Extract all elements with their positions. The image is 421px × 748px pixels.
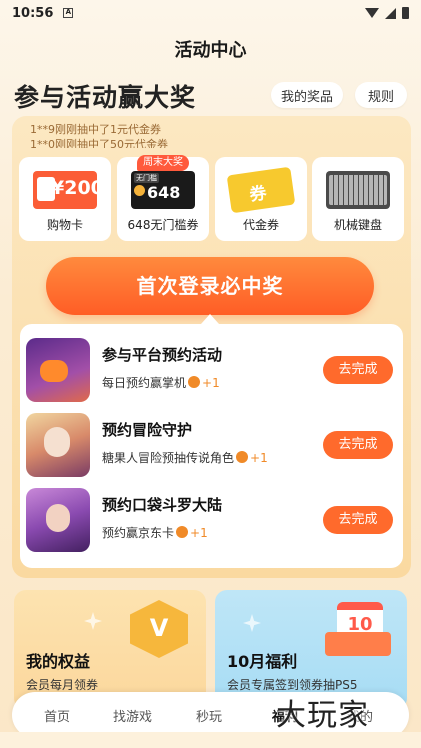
coin-icon: [236, 451, 249, 463]
task-list: 参与平台预约活动 每日预约赢掌机 +1 去完成 预约冒险守护 糖果人冒险预抽传说角…: [20, 324, 403, 568]
game-thumbnail[interactable]: [26, 488, 90, 552]
task-subtitle: 糖果人冒险预抽传说角色 +1: [102, 451, 268, 465]
task-title: 参与平台预约活动: [102, 346, 223, 364]
prize-shopping-card[interactable]: ¥200 购物卡: [19, 157, 111, 241]
benefit-title: 我的权益: [26, 652, 91, 671]
status-bar: 10:56 A: [0, 0, 421, 26]
ticker-line: 1**0刚刚抽中了50元代金券: [30, 138, 168, 149]
task-item: 参与平台预约活动 每日预约赢掌机 +1 去完成: [26, 338, 397, 402]
game-thumbnail[interactable]: [26, 338, 90, 402]
shopping-card-icon: ¥200: [33, 171, 104, 209]
reward-count: +1: [202, 376, 220, 390]
prize-648-coupon[interactable]: 周末大奖 无门槛 648 648无门槛券: [117, 155, 209, 241]
prize-label: 购物卡: [46, 218, 83, 232]
prize-voucher[interactable]: 券 代金券: [215, 157, 307, 241]
coin-icon: [188, 376, 201, 388]
page-title: 活动中心: [174, 40, 247, 61]
notification-icon: A: [63, 8, 74, 18]
keyboard-icon: [326, 171, 390, 209]
coupon-tag: 无门槛: [134, 173, 159, 183]
task-title: 预约口袋斗罗大陆: [102, 496, 223, 514]
tab-instant-play[interactable]: 秒玩: [196, 706, 222, 725]
reward-count: +1: [250, 451, 268, 465]
game-thumbnail[interactable]: [26, 413, 90, 477]
gift-calendar-icon: 10: [323, 596, 393, 658]
headline: 参与活动赢大奖: [14, 83, 197, 112]
task-title: 预约冒险守护: [102, 421, 193, 439]
task-item: 预约冒险守护 糖果人冒险预抽传说角色 +1 去完成: [26, 413, 397, 477]
status-time: 10:56: [12, 5, 54, 21]
task-item: 预约口袋斗罗大陆 预约赢京东卡 +1 去完成: [26, 488, 397, 552]
prize-label: 机械键盘: [333, 218, 382, 232]
complete-task-button[interactable]: 去完成: [323, 506, 393, 534]
task-subtitle: 预约赢京东卡 +1: [102, 526, 208, 540]
prize-label: 648无门槛券: [127, 218, 199, 232]
task-subtitle: 每日预约赢掌机 +1: [102, 376, 220, 390]
battery-icon: [402, 7, 409, 19]
complete-task-button[interactable]: 去完成: [323, 356, 393, 384]
benefit-subtitle: 会员每月领券: [26, 678, 99, 692]
ticker-line: 1**9刚刚抽中了1元代金券: [30, 123, 161, 136]
prize-art-text: 券: [248, 183, 268, 206]
tab-home[interactable]: 首页: [44, 706, 70, 725]
rules-button[interactable]: 规则: [355, 82, 407, 108]
reward-count: +1: [190, 526, 208, 540]
voucher-icon: 券: [226, 166, 296, 214]
prize-keyboard[interactable]: 机械键盘: [312, 157, 404, 241]
tab-find-games[interactable]: 找游戏: [113, 706, 152, 725]
wifi-icon: [365, 8, 379, 18]
prize-draw-card: 1**9刚刚抽中了1元代金券 1**0刚刚抽中了50元代金券 ¥200 购物卡 …: [12, 116, 411, 578]
content-below-fold: [0, 732, 421, 748]
weekend-badge: 周末大奖: [137, 155, 189, 171]
prize-art-text: ¥200: [51, 177, 104, 199]
benefit-title: 10月福利: [227, 652, 298, 671]
coupon-648-icon: 无门槛 648: [131, 171, 195, 209]
prize-art-text: 648: [147, 183, 181, 202]
vip-badge-icon: V: [130, 600, 188, 658]
prize-label: 代金券: [242, 218, 279, 232]
watermark-logo: 大玩家: [276, 698, 369, 733]
winner-ticker: 1**9刚刚抽中了1元代金券 1**0刚刚抽中了50元代金券: [30, 122, 390, 149]
first-login-prize-button[interactable]: 首次登录必中奖: [46, 257, 374, 315]
signal-icon: [385, 7, 396, 19]
pointer-arrow-icon: [201, 314, 219, 324]
my-prizes-button[interactable]: 我的奖品: [271, 82, 343, 108]
coin-icon: [176, 526, 189, 538]
complete-task-button[interactable]: 去完成: [323, 431, 393, 459]
